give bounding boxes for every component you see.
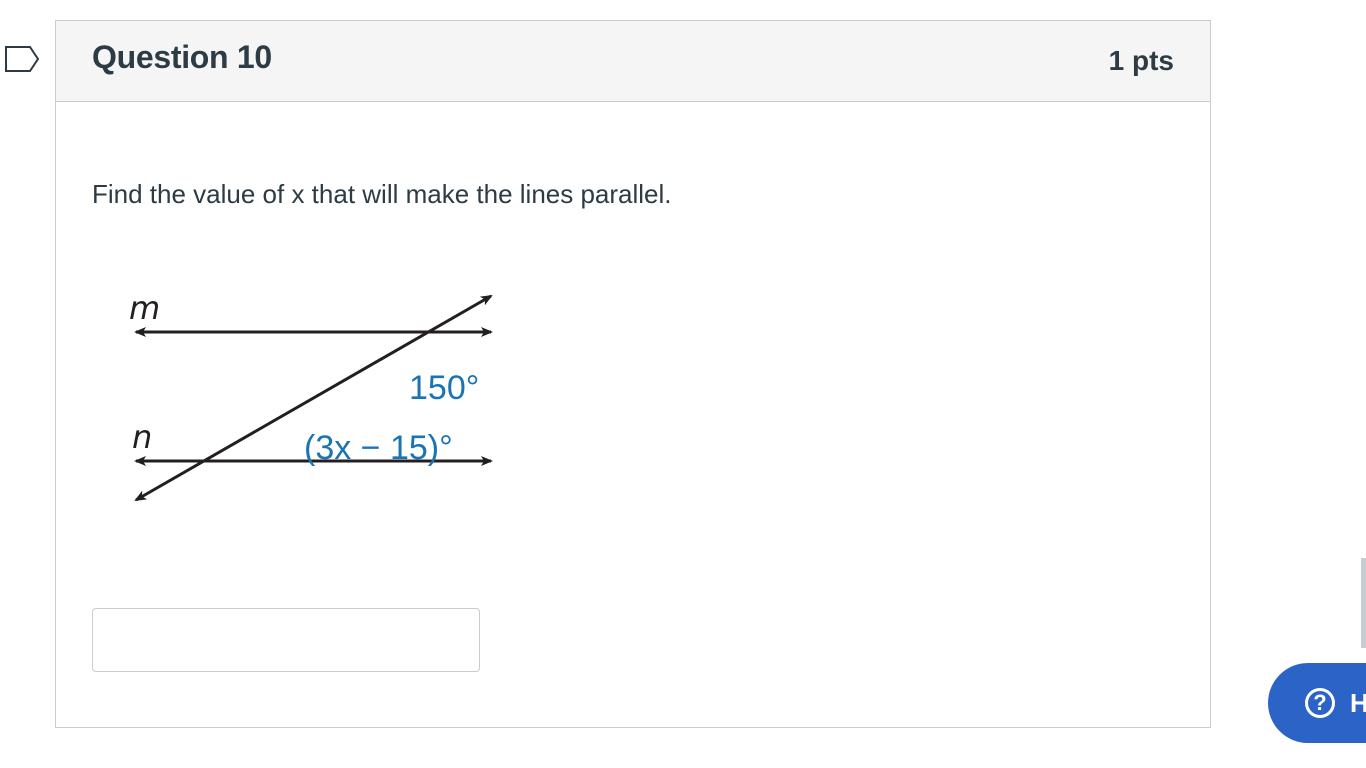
line-n-label: n: [132, 418, 152, 456]
answer-input[interactable]: [92, 608, 480, 672]
question-header: Question 10 1 pts: [56, 21, 1210, 102]
question-points: 1 pts: [1108, 45, 1174, 76]
question-card: Question 10 1 pts Find the value of x th…: [55, 20, 1211, 728]
scrollbar[interactable]: [1361, 558, 1366, 648]
flag-question-icon[interactable]: [4, 45, 40, 73]
question-prompt: Find the value of x that will make the l…: [92, 179, 672, 209]
question-circle-icon: ?: [1305, 688, 1335, 718]
help-label: H: [1350, 687, 1366, 718]
angle-3x-15-label: (3x − 15)°: [304, 429, 453, 467]
help-button[interactable]: ? H: [1268, 663, 1366, 743]
question-title: Question 10: [92, 39, 272, 75]
parallel-lines-diagram: m n 150° (3x − 15)°: [129, 291, 493, 502]
line-m-label: m: [129, 291, 160, 327]
angle-150-label: 150°: [409, 369, 479, 407]
